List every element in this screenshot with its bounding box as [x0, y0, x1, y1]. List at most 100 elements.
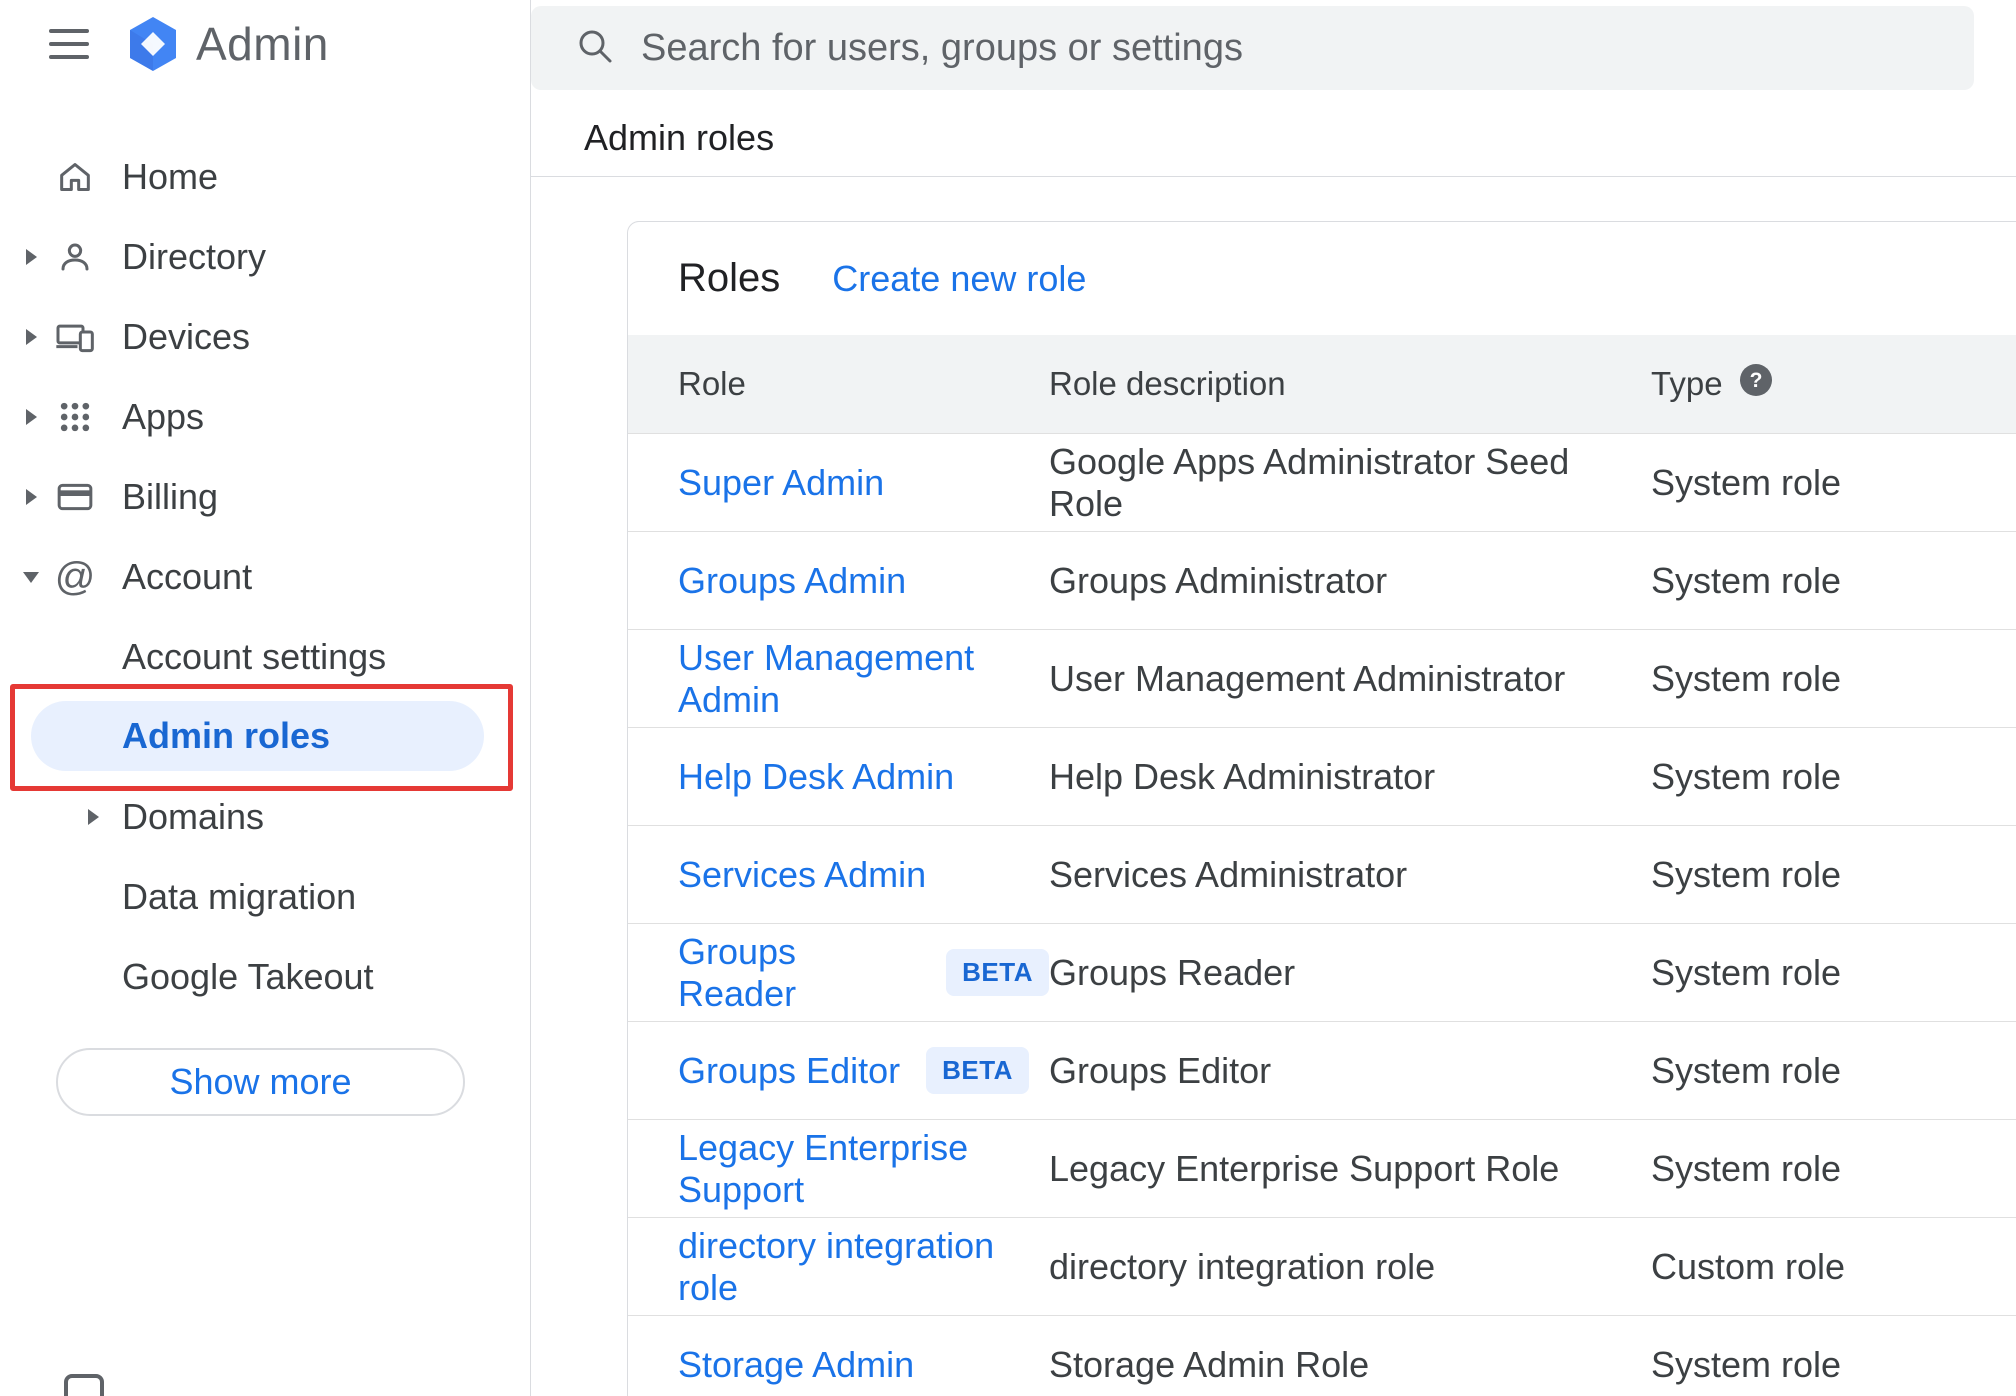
table-row: Super Admin Google Apps Administrator Se…	[628, 434, 2016, 532]
table-row: User Management Admin User Management Ad…	[628, 630, 2016, 728]
roles-card-header: Roles Create new role	[628, 222, 2016, 335]
role-link[interactable]: Storage Admin	[678, 1344, 914, 1386]
show-more-button[interactable]: Show more	[56, 1048, 465, 1116]
search-bar[interactable]	[531, 6, 1974, 90]
person-icon	[55, 237, 95, 277]
role-type: System role	[1651, 853, 1842, 895]
role-description: User Management Administrator	[1049, 657, 1566, 699]
sidebar-nav: Home Directory Devices Apps Billing @ Ac…	[0, 137, 530, 1017]
role-type: System role	[1651, 1147, 1842, 1189]
billing-card-icon	[55, 477, 95, 517]
sidebar: Admin Home Directory Devices Apps Billin…	[0, 0, 531, 1396]
create-new-role-link[interactable]: Create new role	[832, 258, 1086, 300]
role-link[interactable]: Groups Reader	[678, 931, 920, 1015]
role-type: System role	[1651, 951, 1842, 993]
sidebar-item-label: Account settings	[122, 636, 387, 677]
role-description: Help Desk Administrator	[1049, 755, 1436, 797]
apps-grid-icon	[55, 397, 95, 437]
menu-icon[interactable]	[49, 27, 93, 61]
clipped-bottom-icon	[64, 1374, 104, 1396]
role-link[interactable]: User Management Admin	[678, 637, 1049, 721]
sidebar-header: Admin	[0, 0, 530, 88]
page-title: Admin roles	[584, 117, 775, 158]
sidebar-item-label: Google Takeout	[122, 956, 374, 997]
home-icon	[55, 157, 95, 197]
admin-logo-icon	[126, 15, 180, 73]
table-row: directory integration role directory int…	[628, 1218, 2016, 1316]
sidebar-item-account-settings[interactable]: Account settings	[0, 617, 530, 697]
role-type: Custom role	[1651, 1245, 1846, 1287]
role-type: System role	[1651, 461, 1842, 503]
sidebar-item-google-takeout[interactable]: Google Takeout	[0, 937, 530, 1017]
sidebar-item-billing[interactable]: Billing	[0, 457, 530, 537]
role-type: System role	[1651, 1343, 1842, 1385]
sidebar-item-data-migration[interactable]: Data migration	[0, 857, 530, 937]
table-row: Groups Editor BETA Groups Editor System …	[628, 1022, 2016, 1120]
search-input[interactable]	[641, 26, 1974, 70]
sidebar-item-label: Admin roles	[122, 715, 331, 756]
header-divider	[531, 176, 2016, 177]
sidebar-item-label: Apps	[122, 396, 205, 437]
beta-badge: BETA	[946, 949, 1049, 996]
role-link[interactable]: directory integration role	[678, 1225, 1049, 1309]
role-description: Groups Administrator	[1049, 559, 1388, 601]
sidebar-item-admin-roles[interactable]: Admin roles	[0, 684, 530, 791]
sidebar-item-label: Devices	[122, 316, 251, 357]
chevron-right-icon[interactable]	[18, 409, 44, 425]
role-link[interactable]: Super Admin	[678, 462, 884, 504]
column-header-role: Role	[678, 365, 746, 402]
column-header-description: Role description	[1049, 365, 1286, 402]
role-link[interactable]: Groups Editor	[678, 1050, 900, 1092]
sidebar-item-apps[interactable]: Apps	[0, 377, 530, 457]
sidebar-item-label: Home	[122, 156, 219, 197]
search-icon	[575, 26, 615, 71]
brand-title: Admin	[196, 18, 329, 70]
sidebar-item-label: Data migration	[122, 876, 357, 917]
roles-heading: Roles	[678, 256, 781, 300]
role-type: System role	[1651, 755, 1842, 797]
sidebar-item-label: Account	[122, 556, 253, 597]
table-row: Storage Admin Storage Admin Role System …	[628, 1316, 2016, 1396]
role-description: directory integration role	[1049, 1245, 1436, 1287]
admin-console: Admin Home Directory Devices Apps Billin…	[0, 0, 2016, 1396]
chevron-right-icon[interactable]	[18, 249, 44, 265]
role-type: System role	[1651, 559, 1842, 601]
beta-badge: BETA	[926, 1047, 1029, 1094]
role-description: Groups Reader	[1049, 951, 1296, 993]
chevron-down-icon[interactable]	[18, 571, 44, 583]
devices-icon	[55, 317, 95, 357]
at-sign-icon: @	[54, 555, 96, 599]
chevron-right-icon[interactable]	[18, 489, 44, 505]
sidebar-item-domains[interactable]: Domains	[0, 777, 530, 857]
column-header-type-label: Type	[1651, 365, 1723, 402]
chevron-right-icon[interactable]	[88, 809, 106, 825]
sidebar-item-devices[interactable]: Devices	[0, 297, 530, 377]
table-row: Groups Admin Groups Administrator System…	[628, 532, 2016, 630]
selected-pill[interactable]: Admin roles	[31, 701, 484, 771]
role-type: System role	[1651, 657, 1842, 699]
table-row: Groups Reader BETA Groups Reader System …	[628, 924, 2016, 1022]
role-description: Services Administrator	[1049, 853, 1408, 895]
role-description: Groups Editor	[1049, 1049, 1272, 1091]
sidebar-item-label: Billing	[122, 476, 219, 517]
role-description: Google Apps Administrator Seed Role	[1049, 440, 1570, 524]
svg-text:?: ?	[1749, 369, 1762, 392]
chevron-right-icon[interactable]	[18, 329, 44, 345]
help-icon[interactable]: ?	[1739, 363, 1773, 405]
role-description: Storage Admin Role	[1049, 1343, 1370, 1385]
role-type: System role	[1651, 1049, 1842, 1091]
sidebar-item-directory[interactable]: Directory	[0, 217, 530, 297]
sidebar-item-label: Domains	[122, 796, 265, 837]
role-description: Legacy Enterprise Support Role	[1049, 1147, 1560, 1189]
role-link[interactable]: Groups Admin	[678, 560, 906, 602]
role-link[interactable]: Services Admin	[678, 854, 926, 896]
table-row: Help Desk Admin Help Desk Administrator …	[628, 728, 2016, 826]
sidebar-item-home[interactable]: Home	[0, 137, 530, 217]
role-link[interactable]: Help Desk Admin	[678, 756, 954, 798]
column-header-type: Type ?	[1651, 363, 2016, 405]
sidebar-item-label: Directory	[122, 236, 267, 277]
table-row: Legacy Enterprise Support Legacy Enterpr…	[628, 1120, 2016, 1218]
roles-card: Roles Create new role Role Role descript…	[627, 221, 2016, 1396]
role-link[interactable]: Legacy Enterprise Support	[678, 1127, 1049, 1211]
sidebar-item-account[interactable]: @ Account	[0, 537, 530, 617]
